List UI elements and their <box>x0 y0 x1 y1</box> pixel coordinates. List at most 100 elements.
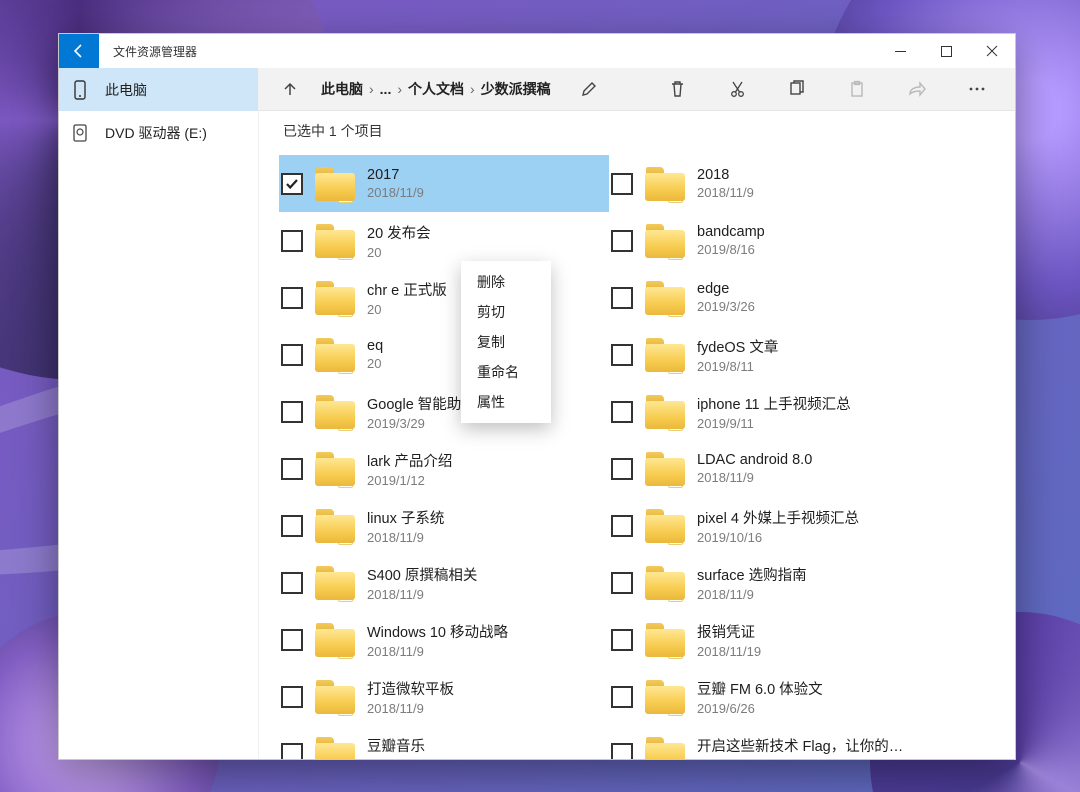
toolbar: 此电脑› ...› 个人文档› 少数派撰稿 <box>259 68 1015 111</box>
folder-item[interactable]: 开启这些新技术 Flag，让你的…2019/6/26 <box>609 725 939 759</box>
folder-item[interactable]: surface 选购指南 2018/11/9 <box>609 554 939 611</box>
sidebar-item-dvd-drive[interactable]: DVD 驱动器 (E:) <box>59 111 258 154</box>
breadcrumb-part[interactable]: 此电脑 <box>321 79 363 99</box>
folder-icon <box>315 452 355 486</box>
folder-item[interactable]: iphone 11 上手视频汇总2019/9/11 <box>609 383 939 440</box>
ctx-delete[interactable]: 删除 <box>461 267 551 297</box>
folder-item[interactable]: 打造微软平板2018/11/9 <box>279 668 609 725</box>
checkbox[interactable] <box>281 686 303 708</box>
checkbox[interactable] <box>611 686 633 708</box>
folder-icon <box>315 281 355 315</box>
ctx-props[interactable]: 属性 <box>461 387 551 417</box>
breadcrumb-part[interactable]: 少数派撰稿 <box>481 79 551 99</box>
window-title: 文件资源管理器 <box>99 34 877 68</box>
checkbox[interactable] <box>611 743 633 760</box>
folder-item[interactable]: edge2019/3/26 <box>609 269 939 326</box>
folder-date: 2019/8/16 <box>697 242 765 257</box>
maximize-button[interactable] <box>923 34 969 68</box>
checkbox[interactable] <box>281 743 303 760</box>
folder-icon <box>315 566 355 600</box>
checkbox[interactable] <box>281 173 303 195</box>
checkbox[interactable] <box>281 572 303 594</box>
folder-item[interactable]: linux 子系统2018/11/9 <box>279 497 609 554</box>
folder-name: lark 产品介绍 <box>367 450 452 471</box>
checkbox[interactable] <box>281 458 303 480</box>
delete-button[interactable] <box>647 68 707 111</box>
folder-name: linux 子系统 <box>367 507 444 528</box>
folder-item[interactable]: Google 智能助理 iOS2019/3/29 <box>279 383 609 440</box>
sidebar: 此电脑 DVD 驱动器 (E:) <box>59 68 259 759</box>
folder-name: LDAC android 8.0 <box>697 452 812 468</box>
folder-name: surface 选购指南 <box>697 564 807 585</box>
checkbox[interactable] <box>611 458 633 480</box>
copy-button[interactable] <box>767 68 827 111</box>
minimize-button[interactable] <box>877 34 923 68</box>
checkbox[interactable] <box>281 515 303 537</box>
folder-item[interactable]: LDAC android 8.02018/11/9 <box>609 440 939 497</box>
folder-name: bandcamp <box>697 224 765 240</box>
folder-item[interactable]: 豆瓣音乐2019/6/26 <box>279 725 609 759</box>
folder-icon <box>315 224 355 258</box>
folder-item[interactable]: Windows 10 移动战略 2018/11/9 <box>279 611 609 668</box>
checkbox[interactable] <box>611 629 633 651</box>
folder-item[interactable]: eq 20 <box>279 326 609 383</box>
folder-date: 2018/11/9 <box>697 587 807 602</box>
edit-path-button[interactable] <box>559 68 619 111</box>
folder-item[interactable]: 20 发布会20 <box>279 212 609 269</box>
checkbox[interactable] <box>611 287 633 309</box>
checkbox[interactable] <box>611 173 633 195</box>
paste-button <box>827 68 887 111</box>
checkbox[interactable] <box>611 572 633 594</box>
up-button[interactable] <box>267 68 313 111</box>
title-bar: 文件资源管理器 <box>59 34 1015 68</box>
back-button[interactable] <box>59 34 99 68</box>
folder-item[interactable]: 报销凭证2018/11/19 <box>609 611 939 668</box>
folder-date: 2018/11/9 <box>697 185 754 200</box>
checkbox[interactable] <box>281 629 303 651</box>
breadcrumb-part[interactable]: ... <box>380 81 392 97</box>
close-button[interactable] <box>969 34 1015 68</box>
file-grid[interactable]: 20172018/11/920182018/11/920 发布会20bandca… <box>259 151 1015 759</box>
checkbox[interactable] <box>281 401 303 423</box>
checkbox[interactable] <box>611 344 633 366</box>
folder-name: Windows 10 移动战略 <box>367 621 508 642</box>
more-button[interactable] <box>947 68 1007 111</box>
folder-name: 豆瓣音乐 <box>367 735 425 756</box>
folder-date: 20 <box>367 302 447 317</box>
folder-icon <box>645 338 685 372</box>
folder-name: iphone 11 上手视频汇总 <box>697 393 851 414</box>
folder-item[interactable]: fydeOS 文章2019/8/11 <box>609 326 939 383</box>
checkbox[interactable] <box>611 515 633 537</box>
folder-item[interactable]: S400 原撰稿相关2018/11/9 <box>279 554 609 611</box>
folder-name: eq <box>367 338 383 354</box>
checkbox[interactable] <box>611 230 633 252</box>
checkbox[interactable] <box>611 401 633 423</box>
checkbox[interactable] <box>281 287 303 309</box>
folder-icon <box>645 566 685 600</box>
ctx-copy[interactable]: 复制 <box>461 327 551 357</box>
checkbox[interactable] <box>281 230 303 252</box>
disc-drive-icon <box>71 123 89 143</box>
sidebar-item-this-pc[interactable]: 此电脑 <box>59 68 258 111</box>
checkbox[interactable] <box>281 344 303 366</box>
folder-item[interactable]: bandcamp 2019/8/16 <box>609 212 939 269</box>
folder-date: 2018/11/9 <box>367 644 508 659</box>
breadcrumb-part[interactable]: 个人文档 <box>408 79 464 99</box>
folder-item[interactable]: pixel 4 外媒上手视频汇总2019/10/16 <box>609 497 939 554</box>
folder-icon <box>645 395 685 429</box>
folder-name: edge <box>697 281 755 297</box>
folder-item[interactable]: chr e 正式版20 <box>279 269 609 326</box>
folder-item[interactable]: lark 产品介绍2019/1/12 <box>279 440 609 497</box>
folder-icon <box>645 224 685 258</box>
folder-item[interactable]: 豆瓣 FM 6.0 体验文2019/6/26 <box>609 668 939 725</box>
folder-item[interactable]: 20172018/11/9 <box>279 155 609 212</box>
ctx-cut[interactable]: 剪切 <box>461 297 551 327</box>
folder-item[interactable]: 20182018/11/9 <box>609 155 939 212</box>
folder-icon <box>315 338 355 372</box>
breadcrumb[interactable]: 此电脑› ...› 个人文档› 少数派撰稿 <box>313 79 559 99</box>
folder-date: 2019/8/11 <box>697 359 778 374</box>
folder-name: 豆瓣 FM 6.0 体验文 <box>697 678 823 699</box>
folder-date: 20 <box>367 356 383 371</box>
ctx-rename[interactable]: 重命名 <box>461 357 551 387</box>
cut-button[interactable] <box>707 68 767 111</box>
